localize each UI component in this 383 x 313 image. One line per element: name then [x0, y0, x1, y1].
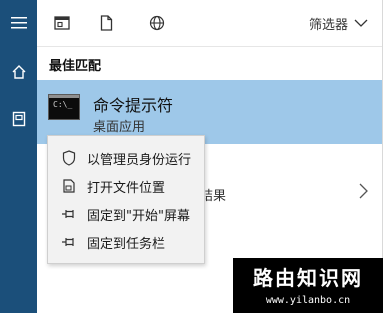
menu-item-label: 固定到"开始"屏幕 — [87, 208, 190, 224]
command-prompt-icon: C:\_ — [48, 94, 80, 120]
web-filter-button[interactable] — [146, 12, 168, 34]
document-icon — [12, 111, 25, 127]
shield-icon — [60, 149, 78, 167]
left-rail — [0, 0, 37, 313]
documents-button[interactable] — [0, 102, 37, 136]
menu-item-label: 固定到任务栏 — [87, 236, 166, 252]
app-window-icon — [54, 16, 70, 30]
home-icon — [12, 65, 25, 79]
hamburger-icon — [10, 17, 27, 29]
chevron-down-icon — [354, 19, 368, 27]
apps-filter-button[interactable] — [51, 12, 73, 34]
home-button[interactable] — [0, 55, 37, 89]
menu-button[interactable] — [0, 6, 37, 40]
app-name: 命令提示符 — [93, 96, 174, 115]
filter-dropdown[interactable]: 筛选器 — [309, 12, 368, 34]
menu-item-label: 打开文件位置 — [87, 180, 166, 196]
watermark: 路由知识网 www.yilanbo.cn — [233, 258, 383, 313]
app-type: 桌面应用 — [93, 120, 146, 135]
context-menu: 以管理员身份运行 打开文件位置 固定到"开始"屏幕 固定到任务栏 — [47, 135, 205, 264]
menu-item-pin-to-start[interactable]: 固定到"开始"屏幕 — [48, 200, 204, 228]
toolbar: 筛选器 — [37, 0, 382, 47]
menu-item-run-as-admin[interactable]: 以管理员身份运行 — [48, 144, 204, 172]
section-title: 最佳匹配 — [49, 59, 102, 74]
chevron-right-icon — [359, 183, 368, 199]
filter-label: 筛选器 — [308, 17, 348, 33]
menu-item-open-file-location[interactable]: 打开文件位置 — [48, 172, 204, 200]
document-icon — [100, 15, 112, 31]
menu-item-label: 以管理员身份运行 — [87, 152, 192, 168]
expand-results-button[interactable] — [359, 183, 368, 203]
pin-icon — [60, 233, 78, 251]
menu-item-pin-to-taskbar[interactable]: 固定到任务栏 — [48, 228, 204, 256]
globe-icon — [149, 15, 165, 31]
watermark-url: www.yilanbo.cn — [265, 295, 351, 306]
file-location-icon — [60, 177, 78, 195]
pin-icon — [60, 205, 78, 223]
documents-filter-button[interactable] — [95, 12, 117, 34]
watermark-site-name: 路由知识网 — [253, 266, 363, 290]
